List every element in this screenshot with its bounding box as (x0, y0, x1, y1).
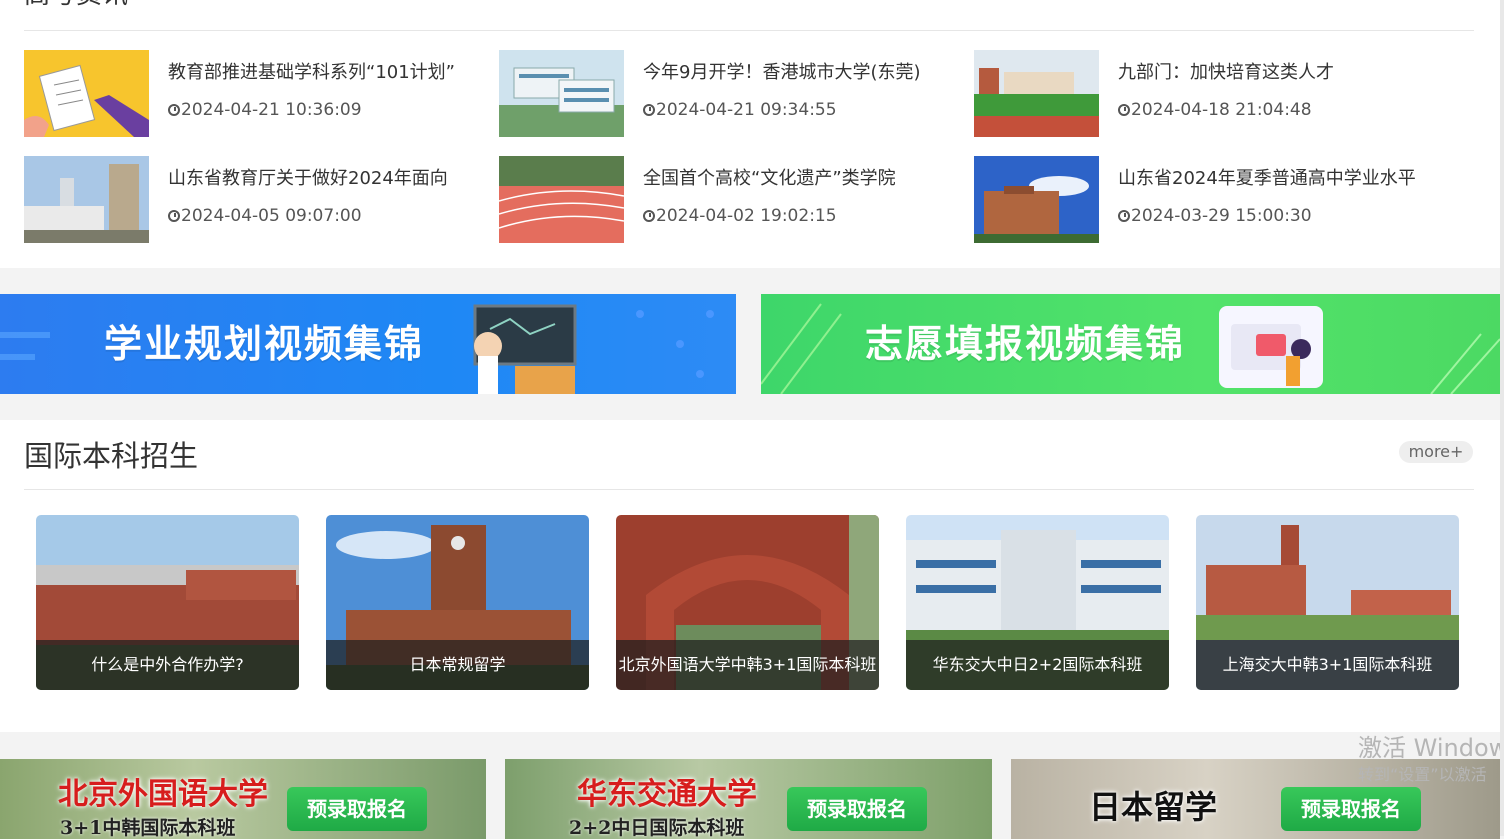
promo-banner[interactable]: 华东交通大学 2+2中日国际本科班 预录取报名 (505, 759, 992, 839)
news-item[interactable]: 九部门：加快培育这类人才 2024-04-18 21:04:48 (974, 50, 1434, 138)
clock-icon (1118, 104, 1130, 116)
news-item[interactable]: 全国首个高校“文化遗产”类学院 2024-04-02 19:02:15 (499, 156, 959, 244)
intl-program-card[interactable]: 北京外国语大学中韩3+1国际本科班 (616, 515, 879, 690)
news-item[interactable]: 教育部推进基础学科系列“101计划” 2024-04-21 10:36:09 (24, 50, 484, 138)
university-building-photo (24, 156, 149, 243)
news-headline[interactable]: 全国首个高校“文化遗产”类学院 (643, 166, 958, 192)
page-scrollbar[interactable] (1500, 0, 1504, 836)
sports-field-photo (974, 50, 1099, 137)
clock-icon (643, 104, 655, 116)
running-track-photo (499, 156, 624, 243)
intl-program-card[interactable]: 什么是中外合作办学? (36, 515, 299, 690)
promo-title: 华东交通大学 (577, 777, 757, 812)
news-date: 2024-04-02 19:02:15 (643, 204, 837, 228)
intl-program-card[interactable]: 日本常规留学 (326, 515, 589, 690)
application-video-banner[interactable]: 志愿填报视频集锦 (761, 294, 1500, 394)
card-caption: 什么是中外合作办学? (36, 640, 299, 690)
news-date: 2024-03-29 15:00:30 (1118, 204, 1312, 228)
news-date: 2024-04-21 10:36:09 (168, 98, 362, 122)
clock-icon (1118, 210, 1130, 222)
card-caption: 北京外国语大学中韩3+1国际本科班 (616, 640, 879, 690)
news-date: 2024-04-21 09:34:55 (643, 98, 837, 122)
news-item[interactable]: 今年9月开学！香港城市大学(东莞) 2024-04-21 09:34:55 (499, 50, 959, 138)
clock-icon (168, 210, 180, 222)
more-button[interactable]: more+ (1399, 441, 1473, 463)
news-thumbnail[interactable] (499, 50, 624, 137)
news-headline[interactable]: 九部门：加快培育这类人才 (1118, 60, 1433, 86)
promo-subtitle: 3+1中韩国际本科班 (60, 817, 236, 839)
windows-activation-hint: 转到“设置”以激活 (1358, 765, 1487, 784)
card-caption: 日本常规留学 (326, 640, 589, 690)
news-thumbnail[interactable] (499, 156, 624, 243)
notebook-illustration (24, 50, 149, 137)
pre-enroll-button[interactable]: 预录取报名 (287, 787, 427, 831)
intl-program-card[interactable]: 华东交大中日2+2国际本科班 (906, 515, 1169, 690)
intl-program-card[interactable]: 上海交大中韩3+1国际本科班 (1196, 515, 1459, 690)
intl-divider (24, 489, 1474, 490)
news-section-title: 高考资讯 (24, 0, 128, 12)
promo-title: 北京外国语大学 (58, 777, 268, 812)
promo-subtitle: 2+2中日国际本科班 (569, 817, 745, 839)
study-plan-video-banner[interactable]: 学业规划视频集锦 (0, 294, 736, 394)
clock-icon (168, 104, 180, 116)
school-building-photo (974, 156, 1099, 243)
news-thumbnail[interactable] (24, 156, 149, 243)
promo-banner[interactable]: 北京外国语大学 3+1中韩国际本科班 预录取报名 (0, 759, 486, 839)
windows-activation-watermark: 激活 Windows (1358, 734, 1504, 762)
pre-enroll-button[interactable]: 预录取报名 (787, 787, 927, 831)
card-caption: 上海交大中韩3+1国际本科班 (1196, 640, 1459, 690)
news-item[interactable]: 山东省教育厅关于做好2024年面向 2024-04-05 09:07:00 (24, 156, 484, 244)
news-headline[interactable]: 山东省教育厅关于做好2024年面向 (168, 166, 483, 192)
news-divider (24, 30, 1474, 31)
news-item[interactable]: 山东省2024年夏季普通高中学业水平 2024-03-29 15:00:30 (974, 156, 1434, 244)
intl-section-title: 国际本科招生 (24, 439, 199, 473)
news-date: 2024-04-05 09:07:00 (168, 204, 362, 228)
news-thumbnail[interactable] (24, 50, 149, 137)
study-plan-banner-title: 学业规划视频集锦 (104, 322, 425, 366)
news-headline[interactable]: 今年9月开学！香港城市大学(东莞) (643, 60, 958, 86)
news-date: 2024-04-18 21:04:48 (1118, 98, 1312, 122)
card-caption: 华东交大中日2+2国际本科班 (906, 640, 1169, 690)
application-banner-title: 志愿填报视频集锦 (865, 322, 1186, 366)
news-thumbnail[interactable] (974, 156, 1099, 243)
campus-aerial-photo (499, 50, 624, 137)
news-thumbnail[interactable] (974, 50, 1099, 137)
news-headline[interactable]: 山东省2024年夏季普通高中学业水平 (1118, 166, 1433, 192)
clock-icon (643, 210, 655, 222)
pre-enroll-button[interactable]: 预录取报名 (1281, 787, 1421, 831)
promo-title: 日本留学 (1089, 788, 1218, 826)
news-headline[interactable]: 教育部推进基础学科系列“101计划” (168, 60, 483, 86)
